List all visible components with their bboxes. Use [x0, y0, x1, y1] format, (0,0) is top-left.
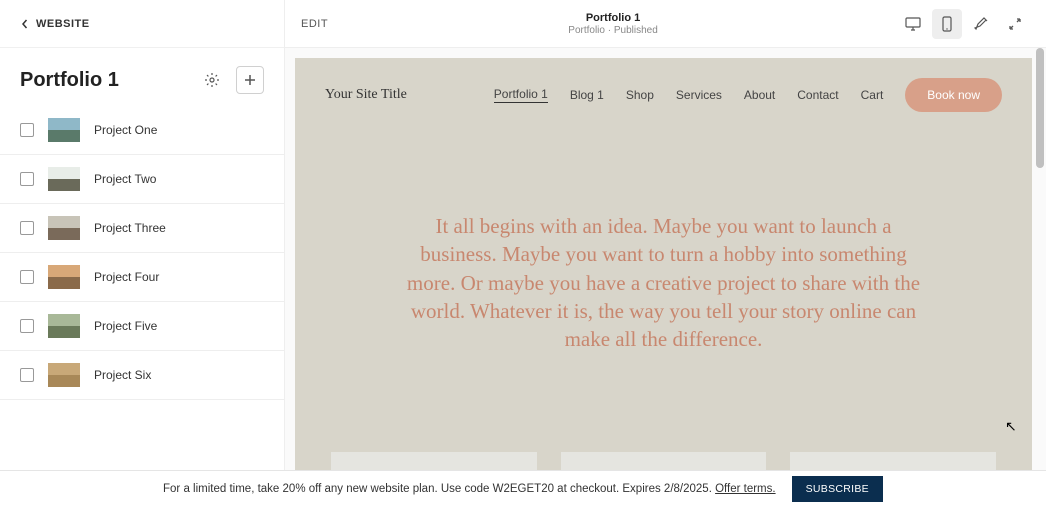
settings-button[interactable] — [198, 66, 226, 94]
project-card[interactable] — [561, 452, 767, 470]
nav-link[interactable]: Services — [676, 88, 722, 102]
chevron-left-icon — [20, 19, 30, 29]
sidebar: WEBSITE Portfolio 1 Project One Project T… — [0, 0, 285, 470]
expand-icon — [1008, 17, 1022, 31]
preview-page-info: Portfolio 1 Portfolio · Published — [568, 12, 658, 36]
book-now-button[interactable]: Book now — [905, 78, 1002, 112]
thumbnail — [48, 314, 80, 338]
project-card[interactable] — [790, 452, 996, 470]
project-name: Project One — [94, 123, 157, 137]
thumbnail — [48, 167, 80, 191]
nav-link[interactable]: Contact — [797, 88, 838, 102]
thumbnail — [48, 216, 80, 240]
mobile-icon — [942, 16, 952, 32]
checkbox[interactable] — [20, 270, 34, 284]
list-item[interactable]: Project Five — [0, 302, 284, 351]
checkbox[interactable] — [20, 172, 34, 186]
offer-terms-link[interactable]: Offer terms. — [715, 483, 776, 495]
project-name: Project Four — [94, 270, 159, 284]
preview-subtitle: Portfolio · Published — [568, 25, 658, 36]
checkbox[interactable] — [20, 368, 34, 382]
scrollbar[interactable] — [1036, 48, 1044, 168]
project-grid — [295, 452, 1032, 470]
promo-bar: For a limited time, take 20% off any new… — [0, 470, 1046, 506]
collection-title: Portfolio 1 — [20, 69, 119, 92]
plus-icon — [243, 73, 257, 87]
nav-link[interactable]: Portfolio 1 — [494, 87, 548, 103]
project-list: Project One Project Two Project Three Proje… — [0, 106, 284, 470]
checkbox[interactable] — [20, 221, 34, 235]
preview-pane: EDIT Portfolio 1 Portfolio · Published Y… — [285, 0, 1046, 470]
hero-text[interactable]: It all begins with an idea. Maybe you wa… — [404, 212, 924, 354]
subscribe-button[interactable]: SUBSCRIBE — [792, 476, 883, 502]
checkbox[interactable] — [20, 319, 34, 333]
project-name: Project Five — [94, 319, 157, 333]
back-label: WEBSITE — [36, 18, 90, 30]
project-name: Project Two — [94, 172, 156, 186]
site-title[interactable]: Your Site Title — [325, 87, 407, 103]
checkbox[interactable] — [20, 123, 34, 137]
thumbnail — [48, 363, 80, 387]
desktop-view-button[interactable] — [898, 9, 928, 39]
add-button[interactable] — [236, 66, 264, 94]
nav-link[interactable]: About — [744, 88, 775, 102]
edit-button[interactable]: EDIT — [301, 18, 328, 30]
nav-link[interactable]: Blog 1 — [570, 88, 604, 102]
gear-icon — [204, 72, 220, 88]
list-item[interactable]: Project Four — [0, 253, 284, 302]
expand-button[interactable] — [1000, 9, 1030, 39]
styles-button[interactable] — [966, 9, 996, 39]
list-item[interactable]: Project Three — [0, 204, 284, 253]
preview-toolbar: EDIT Portfolio 1 Portfolio · Published — [285, 0, 1046, 48]
nav-link[interactable]: Shop — [626, 88, 654, 102]
list-item[interactable]: Project One — [0, 106, 284, 155]
back-nav[interactable]: WEBSITE — [0, 0, 284, 48]
site-canvas[interactable]: Your Site Title Portfolio 1 Blog 1 Shop Ser… — [295, 58, 1032, 470]
desktop-icon — [905, 17, 921, 31]
site-nav: Your Site Title Portfolio 1 Blog 1 Shop Ser… — [295, 58, 1032, 132]
project-name: Project Six — [94, 368, 151, 382]
mobile-view-button[interactable] — [932, 9, 962, 39]
list-item[interactable]: Project Two — [0, 155, 284, 204]
thumbnail — [48, 265, 80, 289]
paintbrush-icon — [973, 16, 989, 32]
project-name: Project Three — [94, 221, 166, 235]
sidebar-header: Portfolio 1 — [0, 48, 284, 106]
list-item[interactable]: Project Six — [0, 351, 284, 400]
promo-text: For a limited time, take 20% off any new… — [163, 483, 712, 495]
preview-title: Portfolio 1 — [568, 12, 658, 24]
thumbnail — [48, 118, 80, 142]
nav-link[interactable]: Cart — [861, 88, 884, 102]
project-card[interactable] — [331, 452, 537, 470]
